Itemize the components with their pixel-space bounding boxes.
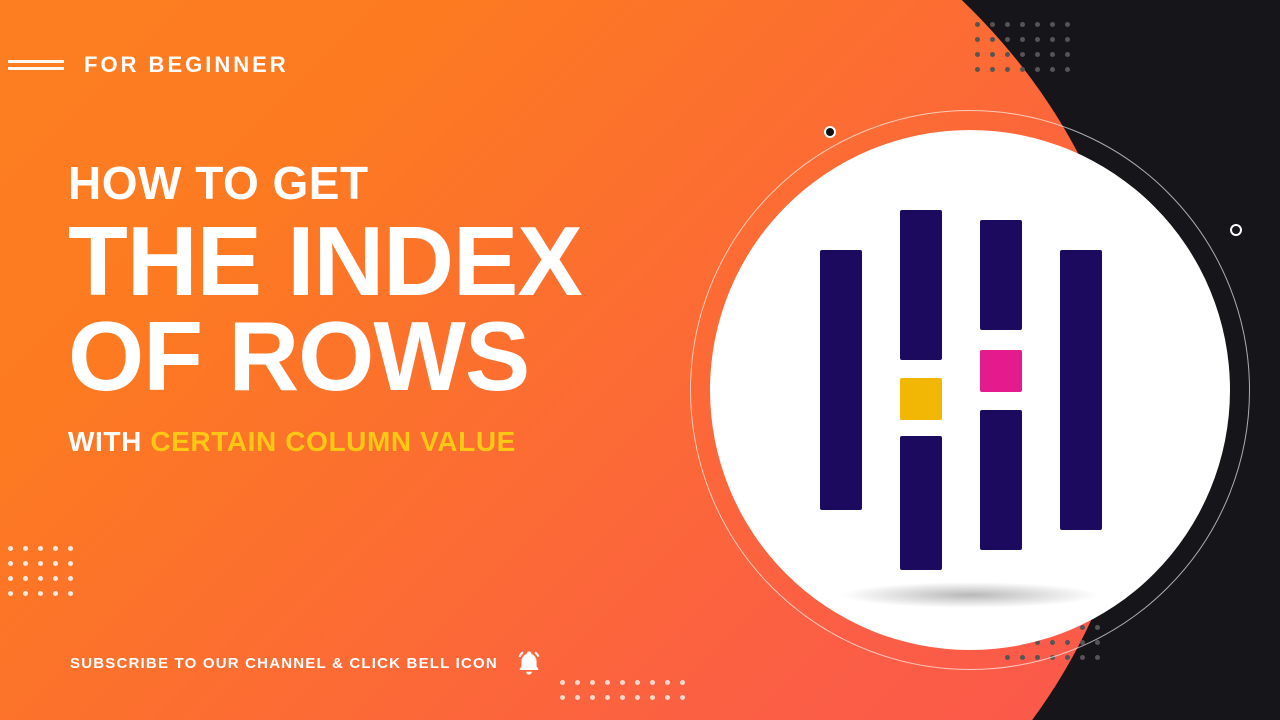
subtitle-prefix: WITH	[68, 426, 150, 457]
header-rule	[8, 60, 64, 70]
subtitle: WITH CERTAIN COLUMN VALUE	[68, 426, 582, 458]
title-line-1: HOW TO GET	[68, 160, 582, 206]
dot-grid	[8, 546, 73, 596]
logo-bar	[1060, 250, 1102, 530]
thumbnail-stage: FOR BEGINNER HOW TO GET THE INDEX OF ROW…	[0, 0, 1280, 720]
logo-square-pink	[980, 350, 1022, 392]
audience-tag: FOR BEGINNER	[84, 52, 289, 78]
orbit-dot	[824, 126, 836, 138]
logo-bar	[820, 250, 862, 510]
logo-bar	[900, 436, 942, 570]
logo-shadow	[840, 582, 1100, 608]
pandas-bar-logo	[820, 210, 1120, 570]
title-line-3: OF ROWS	[68, 309, 582, 404]
logo-square-yellow	[900, 378, 942, 420]
dot-grid	[975, 22, 1070, 72]
logo-medallion	[700, 120, 1240, 660]
white-circle	[710, 130, 1230, 650]
header: FOR BEGINNER	[8, 52, 289, 78]
title-block: HOW TO GET THE INDEX OF ROWS WITH CERTAI…	[68, 160, 582, 458]
logo-bar	[980, 220, 1022, 330]
orbit-dot	[1230, 224, 1242, 236]
subtitle-highlight: CERTAIN COLUMN VALUE	[150, 426, 516, 457]
subscribe-cta: SUBSCRIBE TO OUR CHANNEL & CLICK BELL IC…	[70, 646, 546, 680]
bell-icon	[512, 646, 546, 680]
logo-bar	[980, 410, 1022, 550]
cta-text: SUBSCRIBE TO OUR CHANNEL & CLICK BELL IC…	[70, 655, 498, 672]
dot-grid	[560, 680, 685, 700]
title-line-2: THE INDEX	[68, 214, 582, 309]
logo-bar	[900, 210, 942, 360]
